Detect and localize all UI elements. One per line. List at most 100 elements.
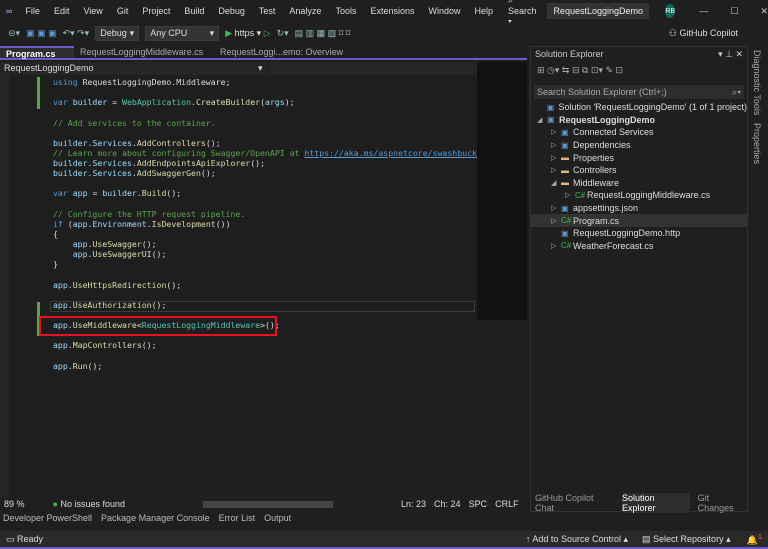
tab-1[interactable]: RequestLoggingMiddleware.cs (74, 46, 214, 58)
tab-2[interactable]: RequestLoggi...emo: Overview (214, 46, 354, 58)
se-tab[interactable]: GitHub Copilot Chat (535, 493, 614, 513)
code-token: (); (166, 279, 182, 290)
code-line: if (app.Environment.IsDevelopment()) (53, 219, 487, 229)
platform-dropdown[interactable]: Any CPU ▾ (145, 25, 220, 41)
expand-arrow-icon[interactable]: ◢ (537, 116, 547, 124)
bottom-tab[interactable]: Package Manager Console (101, 513, 210, 527)
add-source-control-button[interactable]: ↑ Add to Source Control ▴ (526, 534, 628, 545)
toolbar: ⊖▾ ▣ ▣ ▣ ↶▾ ↷▾ Debug ▾ Any CPU ▾ ▶ https ▾… (0, 22, 768, 44)
menu-file[interactable]: File (18, 6, 47, 16)
notifications-bell-icon[interactable]: 🔔1 (747, 532, 762, 546)
line-ending-indicator[interactable]: CRLF (495, 499, 519, 509)
undo-icon[interactable]: ↶▾ ↷▾ (63, 28, 90, 39)
tree-item[interactable]: ▷ C# WeatherForecast.cs (531, 240, 747, 253)
code-token: // Learn more about configuring Swagger/… (53, 147, 305, 158)
tree-item[interactable]: ▣ Solution 'RequestLoggingDemo' (1 of 1 p… (531, 101, 747, 114)
menu-project[interactable]: Project (135, 6, 177, 16)
expand-arrow-icon[interactable]: ▷ (565, 191, 575, 199)
zoom-dropdown[interactable]: 89 % (4, 499, 25, 509)
maximize-button[interactable]: ☐ (730, 6, 738, 17)
code-token: (); (250, 158, 265, 168)
code-line: { (53, 229, 487, 239)
code-token: var (53, 188, 73, 199)
expand-arrow-icon[interactable]: ◢ (551, 179, 561, 187)
expand-arrow-icon[interactable]: ▷ (551, 154, 561, 162)
code-token: MapControllers (72, 340, 142, 351)
csharp-icon: C# (575, 190, 586, 200)
bottom-tab[interactable]: Developer PowerShell (3, 513, 92, 527)
copilot-button[interactable]: ⚇ GitHub Copilot (669, 28, 768, 39)
minimize-button[interactable]: — (699, 6, 708, 16)
menu-extensions[interactable]: Extensions (363, 6, 421, 16)
horizontal-scrollbar[interactable] (203, 500, 334, 508)
code-token: args (265, 97, 285, 108)
tree-item[interactable]: ◢ ▬ Middleware (531, 177, 747, 190)
expand-arrow-icon[interactable]: ▷ (551, 242, 561, 250)
menu-build[interactable]: Build (177, 6, 211, 16)
folder-icon: ▬ (561, 153, 569, 163)
side-tab-diagnostic-tools[interactable]: Diagnostic Tools (748, 46, 766, 119)
tree-item[interactable]: ◢ ▣ RequestLoggingDemo (531, 114, 747, 127)
tree-item[interactable]: ▷ ▣ Dependencies (531, 139, 747, 152)
expand-arrow-icon[interactable]: ▷ (551, 141, 561, 149)
issues-text: No issues found (60, 499, 126, 509)
code-token: app (72, 249, 88, 260)
save-icon[interactable]: ▣ ▣ ▣ (26, 28, 57, 39)
menu-help[interactable]: Help (468, 6, 501, 16)
menu-test[interactable]: Test (252, 6, 283, 16)
menu-tools[interactable]: Tools (328, 6, 363, 16)
issues-indicator[interactable]: ● No issues found (53, 499, 126, 509)
code-token: var (53, 97, 73, 108)
code-line: } (53, 259, 487, 269)
menu-git[interactable]: Git (110, 6, 136, 16)
source-control-label: Add to Source Control (532, 533, 621, 544)
back-icon[interactable]: ⊖▾ (8, 28, 20, 39)
minimap[interactable] (477, 62, 527, 320)
side-tabs: Diagnostic Tools Properties (748, 46, 768, 512)
run-button[interactable]: ▶ https ▾ ▷ (225, 28, 270, 39)
tab-0[interactable]: Program.cs (0, 46, 74, 59)
se-tab[interactable]: Solution Explorer (621, 493, 690, 513)
tree-item-label: Controllers (573, 165, 617, 176)
expand-arrow-icon[interactable]: ▷ (551, 204, 561, 212)
project-dropdown[interactable]: RequestLoggingDemo ▾ (0, 62, 267, 75)
close-button[interactable]: ✕ (760, 6, 768, 17)
menu-analyze[interactable]: Analyze (282, 6, 328, 16)
refresh-icon[interactable]: ↻▾ (277, 28, 289, 39)
code-token: UseSwagger (92, 239, 142, 249)
menu-edit[interactable]: Edit (47, 6, 77, 16)
tree-item[interactable]: ▷ ▣ Connected Services (531, 126, 747, 139)
avatar[interactable]: RB (665, 4, 676, 18)
code-token: RequestLoggingDemo.Middleware; (82, 77, 231, 87)
code-token: (); (87, 360, 103, 371)
code-token: (); (151, 249, 167, 260)
expand-arrow-icon[interactable]: ▷ (551, 128, 561, 136)
menu-debug[interactable]: Debug (211, 6, 252, 16)
bottom-tab[interactable]: Output (264, 513, 291, 527)
spacing-indicator[interactable]: SPC (469, 499, 488, 509)
tree-item[interactable]: ▣ RequestLoggingDemo.http (531, 227, 747, 240)
search-label: Search (508, 6, 537, 16)
tree-item[interactable]: ▷ ▬ Controllers (531, 164, 747, 177)
folder-icon: ▬ (561, 165, 569, 175)
configuration-dropdown[interactable]: Debug ▾ (95, 25, 140, 41)
tool-icons[interactable]: ▤ ▥ ▦ ▧ ⌑ ⌑ (295, 28, 351, 39)
se-tab[interactable]: Git Changes (698, 493, 747, 513)
menu-view[interactable]: View (76, 6, 109, 16)
side-tab-properties[interactable]: Properties (748, 119, 766, 168)
select-repository-button[interactable]: ▤ Select Repository ▴ (642, 534, 731, 545)
tree-item[interactable]: ▷ ▬ Properties (531, 151, 747, 164)
code-token: } (53, 259, 58, 270)
panel-controls[interactable]: ▾ ⊥ ✕ (718, 49, 743, 60)
expand-arrow-icon[interactable]: ▷ (551, 217, 561, 225)
menu-window[interactable]: Window (421, 6, 467, 16)
tree-item[interactable]: ▷ C# RequestLoggingMiddleware.cs (531, 189, 747, 202)
expand-arrow-icon[interactable]: ▷ (551, 166, 561, 174)
csharp-icon: C# (561, 216, 572, 226)
tree-item[interactable]: ▷ C# Program.cs (531, 214, 747, 227)
bottom-tab[interactable]: Error List (219, 513, 256, 527)
tree-item[interactable]: ▷ ▣ appsettings.json (531, 202, 747, 215)
search-input[interactable]: Search Solution Explorer (Ctrl+;) ⌕▾ (534, 85, 744, 99)
